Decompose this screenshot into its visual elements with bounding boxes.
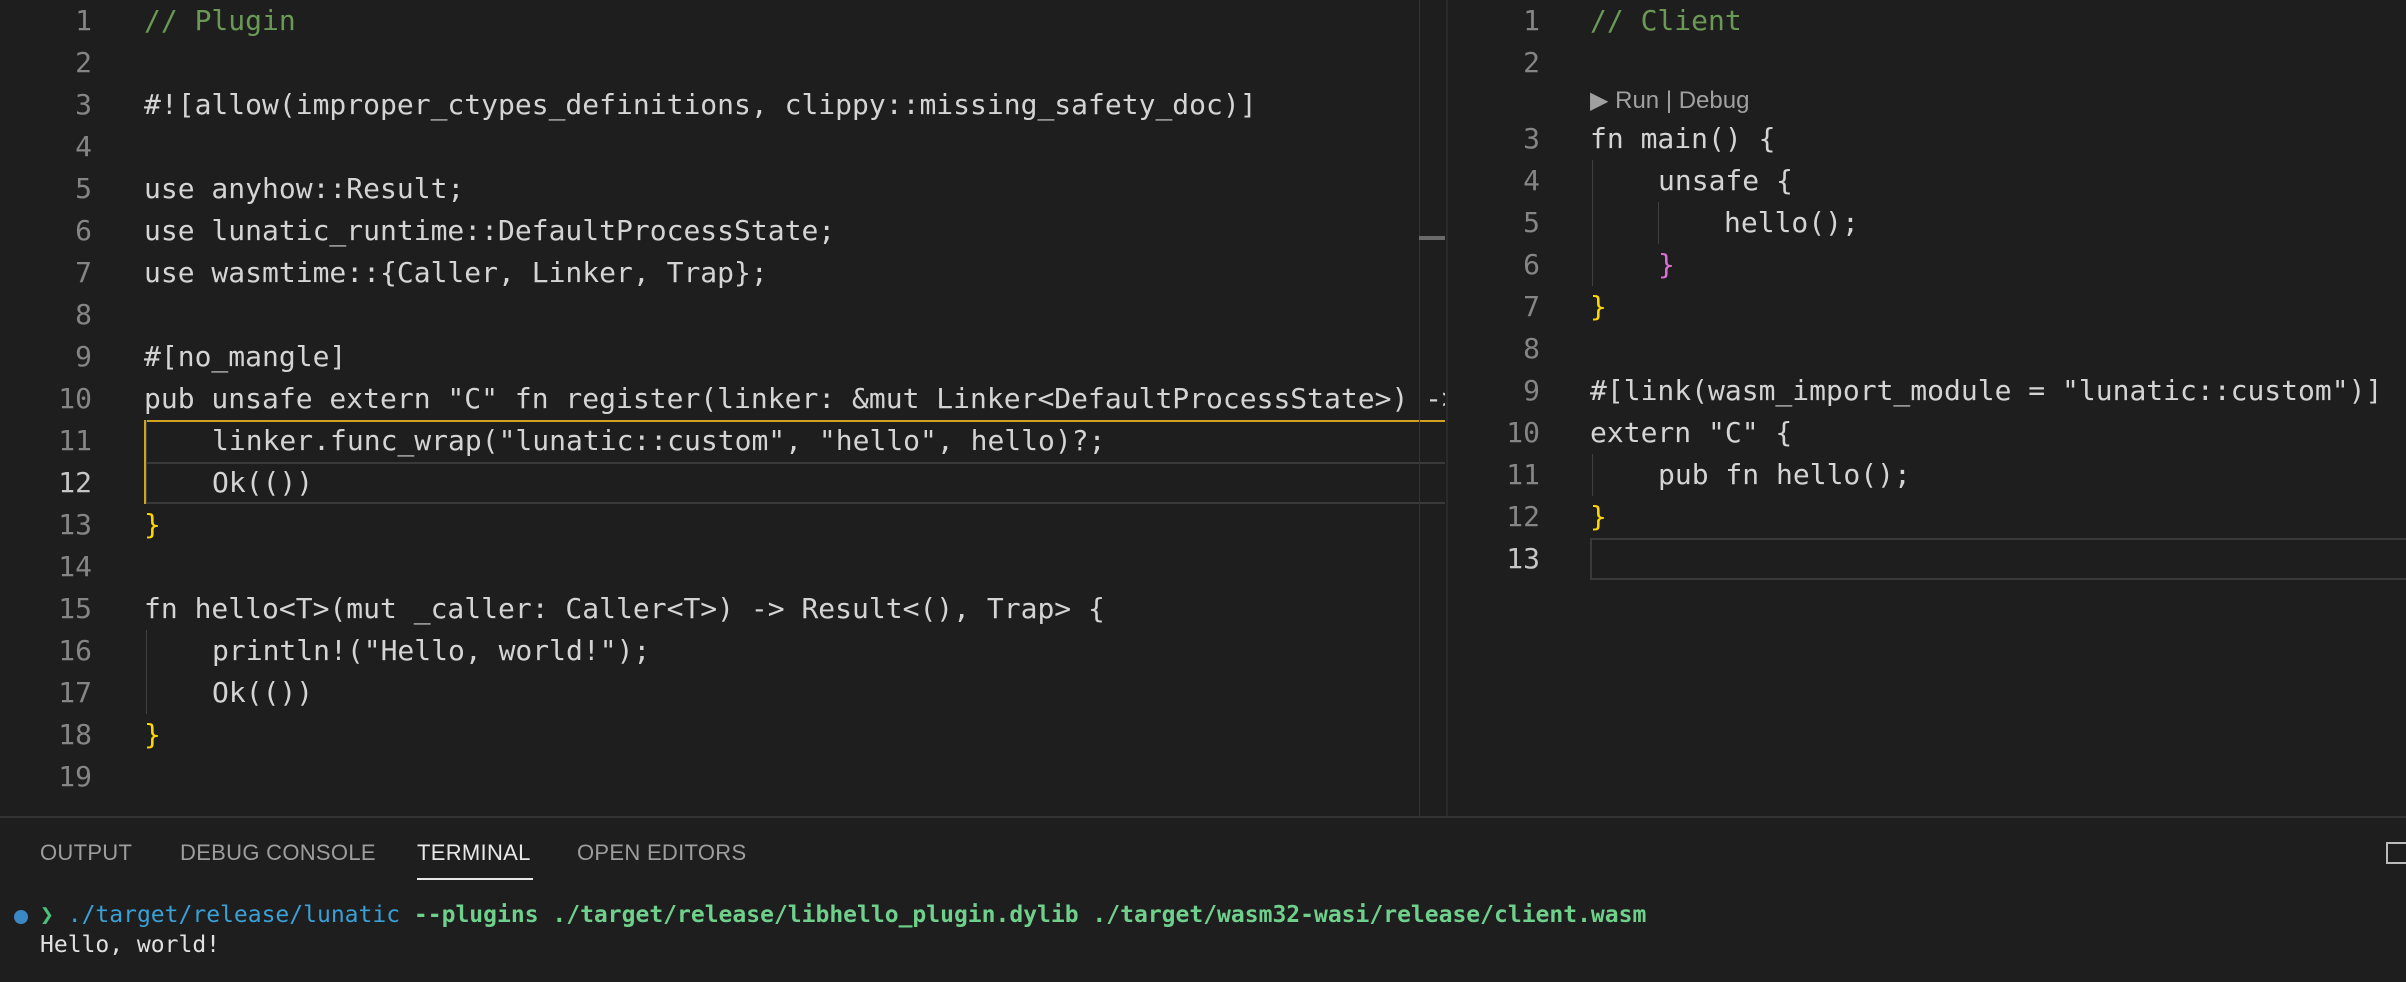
code-line[interactable]: } [1590,496,1607,538]
line-number: 5 [1523,206,1540,239]
line-number: 8 [1523,332,1540,365]
code-line[interactable]: #[no_mangle] [144,336,346,378]
code-line[interactable]: // Client [1590,0,1742,42]
line-number: 4 [75,130,92,163]
code-line[interactable]: unsafe { [1658,160,1793,202]
line-number-current: 12 [58,466,92,499]
line-number: 6 [1523,248,1540,281]
code-line[interactable]: } [1658,244,1675,286]
line-number: 16 [58,634,92,667]
code-line[interactable]: Ok(()) [212,672,313,714]
code-line[interactable]: // Plugin [144,0,296,42]
client-editor[interactable]: 1 2 3 4 5 6 7 8 9 10 11 12 13 // Client … [1448,0,2406,816]
comment: // Client [1590,4,1742,37]
line-number: 9 [75,340,92,373]
line-number: 14 [58,550,92,583]
line-number: 3 [1523,122,1540,155]
line-number: 6 [75,214,92,247]
indent-guide [1592,160,1593,286]
line-number: 15 [58,592,92,625]
line-number: 19 [58,760,92,793]
indent-guide [1592,454,1593,496]
prompt-arrow: ❯ [40,902,54,928]
code-line[interactable]: use lunatic_runtime::DefaultProcessState… [144,210,835,252]
line-number: 10 [58,382,92,415]
line-number: 3 [75,88,92,121]
terminal-command: ./target/release/lunatic [67,902,401,928]
tab-open-editors[interactable]: OPEN EDITORS [577,840,746,866]
maximize-panel-icon[interactable] [2386,842,2406,864]
run-debug-codelens[interactable]: ▶ Run | Debug [1590,86,1749,115]
vertical-scrollbar[interactable] [1419,0,1420,816]
current-line-highlight [1590,538,2406,580]
line-number: 17 [58,676,92,709]
code-line[interactable]: #[link(wasm_import_module = "lunatic::cu… [1590,370,2382,412]
active-tab-indicator [417,878,533,880]
line-number: 4 [1523,164,1540,197]
command-status-dot-icon [14,910,28,924]
line-number: 8 [75,298,92,331]
line-number: 1 [1523,4,1540,37]
terminal-output: Hello, world! [40,932,221,958]
code-line[interactable]: linker.func_wrap("lunatic::custom", "hel… [212,420,1105,462]
code-line[interactable]: } [1590,286,1607,328]
scrollbar-marker [1419,236,1445,240]
line-number: 10 [1506,416,1540,449]
line-number: 1 [75,4,92,37]
line-number: 5 [75,172,92,205]
code-line[interactable]: println!("Hello, world!"); [212,630,650,672]
line-number: 7 [1523,290,1540,323]
indent-guide [1658,202,1659,244]
tab-terminal[interactable]: TERMINAL [417,840,531,866]
indent-guide [146,630,147,714]
code-line[interactable]: hello(); [1724,202,1859,244]
line-number: 7 [75,256,92,289]
line-number: 13 [58,508,92,541]
terminal-args: --plugins ./target/release/libhello_plug… [413,902,1647,928]
line-number: 9 [1523,374,1540,407]
code-line[interactable]: pub unsafe extern "C" fn register(linker… [144,378,1445,420]
line-number: 2 [75,46,92,79]
bottom-panel: OUTPUT DEBUG CONSOLE TERMINAL OPEN EDITO… [0,816,2406,982]
code-line[interactable]: use wasmtime::{Caller, Linker, Trap}; [144,252,768,294]
code-line[interactable]: Ok(()) [212,462,313,504]
code-line[interactable]: pub fn hello(); [1658,454,1911,496]
line-number: 11 [1506,458,1540,491]
code-line[interactable]: } [144,504,161,546]
line-number-current: 13 [1506,542,1540,575]
code-line[interactable]: fn hello<T>(mut _caller: Caller<T>) -> R… [144,588,1105,630]
line-number: 18 [58,718,92,751]
code-line[interactable]: fn main() { [1590,118,1775,160]
line-number: 12 [1506,500,1540,533]
tab-debug-console[interactable]: DEBUG CONSOLE [180,840,376,866]
plugin-editor[interactable]: 1 2 3 4 5 6 7 8 9 10 11 12 13 14 15 16 1… [0,0,1445,816]
line-number: 2 [1523,46,1540,79]
code-line[interactable]: } [144,714,161,756]
code-line[interactable]: #![allow(improper_ctypes_definitions, cl… [144,84,1257,126]
indent-guide [146,420,147,504]
code-line[interactable]: use anyhow::Result; [144,168,464,210]
line-number: 11 [58,424,92,457]
code-line[interactable]: extern "C" { [1590,412,1792,454]
terminal-command-line[interactable]: ❯ ./target/release/lunatic --plugins ./t… [40,902,1646,928]
tab-output[interactable]: OUTPUT [40,840,132,866]
current-line-highlight [146,462,1445,504]
comment: // Plugin [144,4,296,37]
